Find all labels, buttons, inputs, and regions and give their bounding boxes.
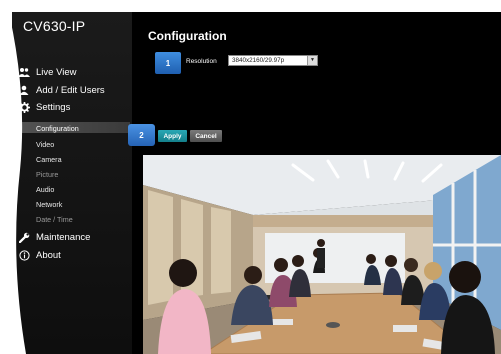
sidebar-subitem-audio[interactable]: Audio — [36, 185, 54, 194]
resolution-select[interactable]: 3840x2160/29.97p ▼ — [228, 55, 318, 66]
sidebar-subitem-configuration[interactable]: Configuration — [36, 124, 79, 133]
chevron-down-icon: ▼ — [307, 56, 317, 65]
live-preview-image — [143, 155, 501, 354]
brand-title: CV630-IP — [23, 18, 86, 34]
sidebar-item-add-edit-users[interactable]: Add / Edit Users — [18, 84, 105, 96]
sidebar-item-label: About — [36, 249, 61, 261]
sidebar-subitem-picture[interactable]: Picture — [36, 170, 58, 179]
page-edge-cutout — [0, 0, 26, 354]
cancel-button[interactable]: Cancel — [190, 130, 222, 142]
sidebar-subitem-video[interactable]: Video — [36, 140, 54, 149]
page-title: Configuration — [148, 29, 227, 43]
app-window: CV630-IP Live View Add / Edit Users Sett… — [12, 12, 501, 354]
sidebar: CV630-IP Live View Add / Edit Users Sett… — [12, 12, 132, 354]
conference-room-photo — [143, 155, 501, 354]
apply-button[interactable]: Apply — [158, 130, 187, 142]
sidebar-item-label: Maintenance — [36, 231, 91, 243]
sidebar-item-label: Add / Edit Users — [36, 84, 105, 96]
sidebar-item-label: Live View — [36, 66, 77, 78]
resolution-value: 3840x2160/29.97p — [232, 57, 285, 64]
step-1-badge: 1 — [155, 52, 181, 74]
sidebar-subitem-camera[interactable]: Camera — [36, 155, 62, 164]
sidebar-subitem-network[interactable]: Network — [36, 200, 62, 209]
sidebar-subitem-date-time[interactable]: Date / Time — [36, 215, 73, 224]
sidebar-item-label: Settings — [36, 101, 71, 113]
resolution-label: Resolution — [186, 58, 217, 65]
step-2-badge: 2 — [128, 124, 155, 146]
